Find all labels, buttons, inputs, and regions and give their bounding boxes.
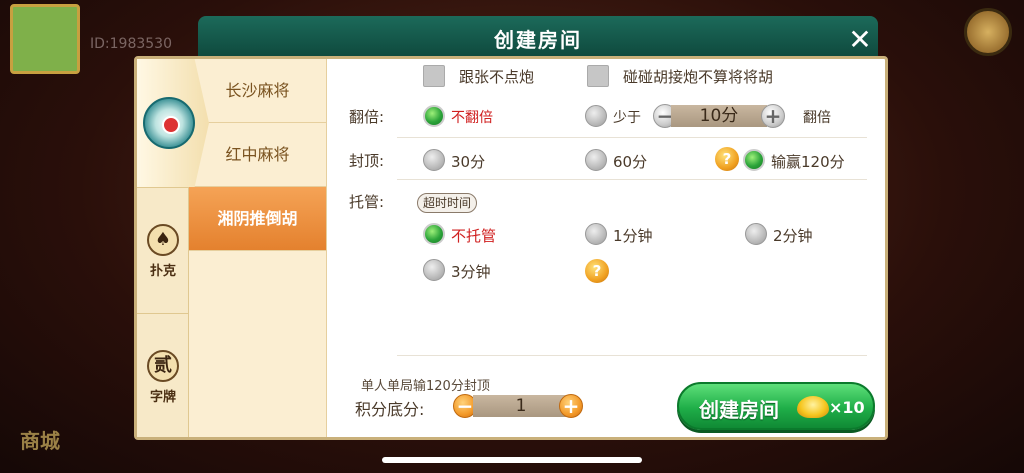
base-score-value: 1	[473, 395, 569, 417]
options-panel: 跟张不点炮 碰碰胡接炮不算将将胡 翻倍: 不翻倍 少于 − 10分 + 翻倍 封…	[327, 59, 885, 437]
cap-120-radio[interactable]	[743, 149, 765, 171]
category-label: 扑克	[149, 264, 176, 279]
follow-no-pao-checkbox[interactable]	[423, 65, 445, 87]
create-room-label: 创建房间	[699, 398, 779, 422]
host-1min-radio[interactable]	[585, 223, 607, 245]
double-suffix-label: 翻倍	[803, 110, 831, 126]
host-3min-radio[interactable]	[423, 259, 445, 281]
double-threshold-value: 10分	[671, 105, 767, 127]
host-none-label: 不托管	[451, 227, 497, 245]
follow-no-pao-label: 跟张不点炮	[459, 68, 535, 86]
pengpeng-checkbox[interactable]	[587, 65, 609, 87]
host-1min-label: 1分钟	[613, 227, 653, 245]
double-below-radio[interactable]	[585, 105, 607, 127]
timeout-tag: 超时时间	[417, 193, 478, 213]
create-room-dialog: ♠ 扑克 贰 字牌 长沙麻将 红中麻将 湘阴推倒胡 跟张不点炮 碰碰胡接炮不算将…	[134, 56, 888, 440]
double-label: 翻倍:	[349, 108, 385, 126]
spade-icon: ♠	[147, 224, 179, 256]
host-help-icon[interactable]: ?	[585, 259, 609, 283]
game-list: 长沙麻将 红中麻将 湘阴推倒胡	[189, 59, 327, 437]
no-double-radio[interactable]	[423, 105, 445, 127]
player-id: ID:1983530	[90, 36, 172, 52]
cap-label: 封顶:	[349, 152, 385, 170]
cap-120-label: 输赢120分	[771, 153, 845, 171]
player-avatar	[10, 4, 80, 74]
options-row-rules: 跟张不点炮 碰碰胡接炮不算将将胡	[327, 63, 867, 89]
mahjong-icon	[143, 97, 195, 149]
no-double-label: 不翻倍	[451, 110, 493, 126]
category-poker[interactable]: ♠ 扑克	[137, 187, 189, 313]
host-2min-label: 2分钟	[773, 227, 813, 245]
cap-60-label: 60分	[613, 153, 648, 171]
host-none-radio[interactable]	[423, 223, 445, 245]
host-3min-label: 3分钟	[451, 263, 491, 281]
settings-gear-icon[interactable]	[964, 8, 1012, 56]
zipai-icon: 贰	[147, 350, 179, 382]
less-than-label: 少于	[613, 110, 641, 126]
game-tab-hongzhong[interactable]: 红中麻将	[189, 123, 326, 187]
options-row-cap: 封顶: 30分 60分 ? 输赢120分	[327, 145, 867, 173]
cap-60-radio[interactable]	[585, 149, 607, 171]
dialog-footer: 单人单局输120分封顶 积分底分: − 1 + 创建房间 ×10	[327, 362, 885, 437]
dialog-header: 创建房间	[198, 16, 878, 58]
divider	[397, 179, 867, 180]
create-room-button[interactable]: 创建房间 ×10	[677, 382, 875, 430]
host-2min-radio[interactable]	[745, 223, 767, 245]
cap-note: 单人单局输120分封顶	[361, 379, 490, 394]
dialog-title: 创建房间	[494, 28, 582, 52]
divider	[397, 355, 867, 356]
cap-help-icon[interactable]: ?	[715, 147, 739, 171]
category-zipai[interactable]: 贰 字牌	[137, 313, 189, 437]
options-row-hosting: 托管: 超时时间 不托管 1分钟 2分钟 3分钟 ?	[327, 189, 867, 329]
shop-label[interactable]: 商城	[20, 425, 60, 454]
base-score-label: 积分底分:	[355, 400, 425, 419]
options-row-double: 翻倍: 不翻倍 少于 − 10分 + 翻倍	[327, 101, 867, 129]
category-label: 字牌	[149, 390, 176, 405]
cap-30-radio[interactable]	[423, 149, 445, 171]
home-indicator[interactable]	[382, 457, 642, 463]
game-tab-xiangyin[interactable]: 湘阴推倒胡	[189, 187, 326, 251]
category-mahjong[interactable]	[137, 59, 209, 187]
pengpeng-label: 碰碰胡接炮不算将将胡	[623, 68, 774, 86]
close-icon[interactable]: ✕	[842, 24, 878, 56]
base-score-plus-button[interactable]: +	[559, 394, 583, 418]
game-tab-changsha[interactable]: 长沙麻将	[189, 59, 326, 123]
double-threshold-plus-button[interactable]: +	[761, 104, 785, 128]
host-label: 托管:	[349, 193, 385, 211]
cap-30-label: 30分	[451, 153, 486, 171]
room-cost: ×10	[829, 398, 865, 417]
gold-ingot-icon	[797, 396, 829, 418]
divider	[397, 137, 867, 138]
